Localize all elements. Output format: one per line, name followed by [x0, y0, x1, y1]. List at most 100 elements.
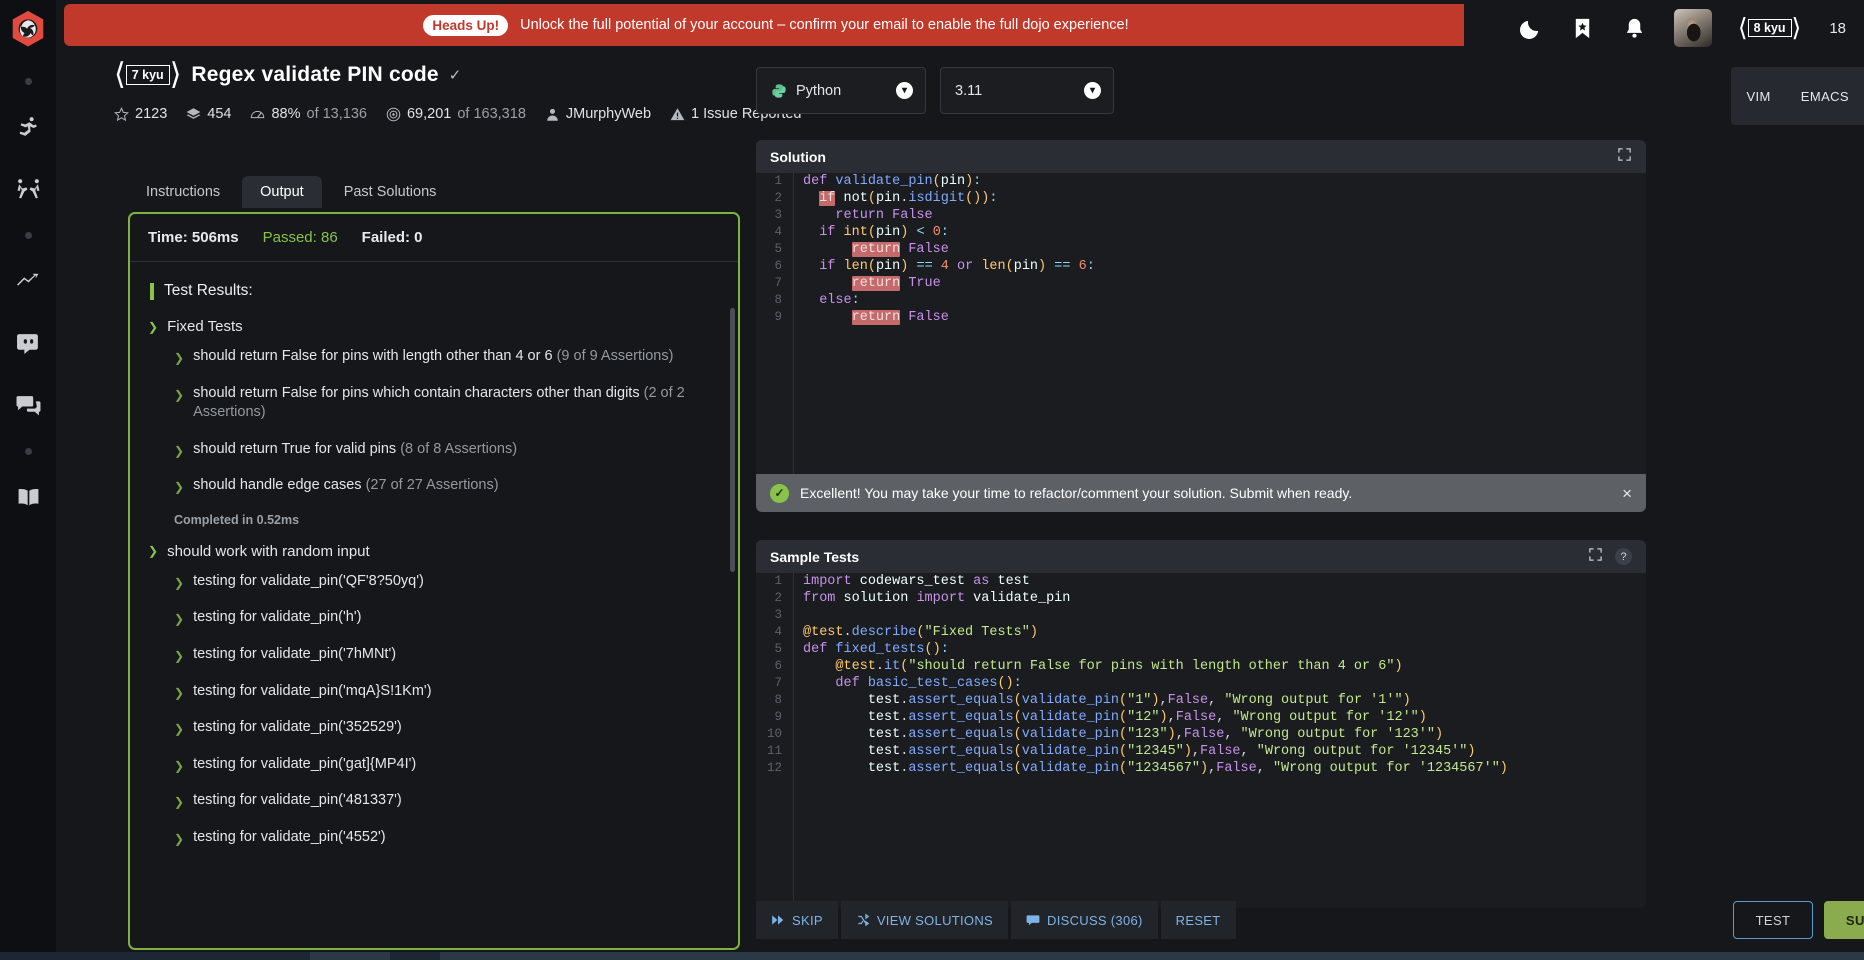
test-item-text: should handle edge cases (27 of 27 Asser… — [193, 477, 499, 494]
test-item[interactable]: ❯ testing for validate_pin('mqA}S!1Km') — [174, 682, 722, 702]
test-button[interactable]: TEST — [1733, 901, 1813, 939]
tab-instructions[interactable]: Instructions — [128, 176, 238, 208]
sample-tests-code-area[interactable]: 1 import codewars_test as test 2 from solu… — [756, 573, 1646, 908]
test-item[interactable]: ❯ should return True for valid pins (8 o… — [174, 440, 722, 460]
gutter-divider — [793, 573, 794, 908]
stat-collections[interactable]: 454 — [186, 106, 231, 122]
kata-rank-chevron-right-icon: ⟩ — [169, 58, 182, 91]
chevron-right-icon: ❯ — [174, 351, 185, 365]
test-results-heading: Test Results: — [150, 282, 722, 300]
codewars-trainer-page: Heads Up! Unlock the full potential of y… — [0, 0, 1864, 960]
discuss-label: DISCUSS (306) — [1047, 912, 1143, 928]
layers-icon — [186, 107, 201, 119]
results-accent-bar — [150, 282, 154, 300]
chevron-down-icon: ❯ — [148, 544, 159, 559]
user-icon — [547, 108, 558, 121]
solution-title: Solution — [770, 148, 826, 165]
user-rank-badge[interactable]: ⟨ 8 kyu ⟩ — [1738, 13, 1802, 42]
test-item[interactable]: ❯ should return False for pins which con… — [174, 384, 722, 423]
test-item[interactable]: ❯ testing for validate_pin('gat]{MP4I') — [174, 755, 722, 775]
test-assertions: (27 of 27 Assertions) — [365, 477, 499, 494]
completed-check-icon: ✓ — [448, 67, 462, 84]
target-icon — [386, 107, 401, 121]
test-item-text: testing for validate_pin('gat]{MP4I') — [193, 755, 417, 772]
test-item[interactable]: ❯ testing for validate_pin('481337') — [174, 791, 722, 811]
emacs-mode-button[interactable]: EMACS — [1786, 67, 1864, 125]
summary-time: Time: 506ms — [148, 229, 239, 246]
discord-icon[interactable] — [8, 312, 48, 374]
solution-card-header: Solution — [756, 140, 1646, 173]
bell-icon[interactable] — [1622, 15, 1648, 41]
close-icon[interactable]: × — [1622, 485, 1632, 502]
chevron-down-icon: ❯ — [148, 319, 159, 334]
test-assertions: (8 of 8 Assertions) — [400, 440, 518, 457]
stars-count: 2123 — [135, 106, 168, 122]
email-confirm-banner: Heads Up! Unlock the full potential of y… — [64, 4, 1488, 46]
user-avatar[interactable] — [1673, 9, 1712, 47]
stat-stars[interactable]: 2123 — [114, 106, 167, 122]
test-item-text: testing for validate_pin('481337') — [193, 792, 402, 809]
chevron-right-icon: ❯ — [174, 758, 185, 773]
discuss-button[interactable]: DISCUSS (306) — [1011, 901, 1158, 939]
sample-tests-title: Sample Tests — [770, 548, 860, 565]
sample-tests-header-actions: ? — [1588, 547, 1632, 567]
test-item[interactable]: ❯ testing for validate_pin('7hMNt') — [174, 645, 722, 665]
tab-output[interactable]: Output — [242, 176, 322, 208]
test-group-random-input[interactable]: ❯ should work with random input — [148, 543, 722, 560]
tab-past-solutions[interactable]: Past Solutions — [326, 176, 455, 208]
test-item-text: should return False for pins with length… — [193, 348, 674, 364]
version-value: 3.11 — [955, 82, 983, 99]
rank-chevron-right-icon: ⟩ — [1791, 13, 1802, 42]
codewars-logo-icon[interactable] — [11, 10, 45, 48]
chevron-down-icon: ▾ — [1084, 82, 1101, 99]
skip-button[interactable]: SKIP — [756, 901, 838, 939]
test-item-text: testing for validate_pin('352529') — [193, 719, 402, 736]
banner-text: Unlock the full potential of your accoun… — [520, 17, 1129, 33]
version-select[interactable]: 3.11 ▾ — [940, 67, 1114, 114]
leaderboard-icon[interactable] — [8, 250, 48, 312]
test-item-text: testing for validate_pin('7hMNt') — [193, 645, 397, 662]
python-icon — [772, 83, 786, 98]
view-solutions-button[interactable]: VIEW SOLUTIONS — [840, 901, 1008, 939]
author-name: JMurphyWeb — [565, 106, 652, 122]
test-item[interactable]: ❯ testing for validate_pin('4552') — [174, 828, 722, 848]
vim-mode-button[interactable]: VIM — [1731, 67, 1785, 125]
honor-points: 18 — [1829, 19, 1846, 37]
collections-count: 454 — [207, 106, 232, 122]
solution-code-area[interactable]: 1 def validate_pin(pin): 2 if not(pin.isd… — [756, 173, 1646, 474]
stat-completions: 69,201 of 163,318 — [386, 106, 526, 122]
moon-icon[interactable] — [1518, 15, 1544, 41]
banner-tag: Heads Up! — [423, 14, 509, 36]
bookmark-icon[interactable] — [1570, 15, 1596, 41]
chevron-right-icon: ❯ — [174, 722, 185, 737]
output-body: Test Results: ❯ Fixed Tests ❯ should ret… — [130, 262, 738, 948]
forum-icon[interactable] — [8, 374, 48, 436]
rail-divider-dot-3 — [8, 436, 48, 466]
kata-icon[interactable] — [8, 96, 48, 158]
submit-button[interactable]: SUBMIT — [1824, 901, 1864, 939]
test-item[interactable]: ❯ testing for validate_pin('h') — [174, 608, 722, 628]
help-icon[interactable]: ? — [1615, 548, 1632, 565]
test-item[interactable]: ❯ should return False for pins with leng… — [174, 347, 722, 367]
test-item[interactable]: ❯ testing for validate_pin('352529') — [174, 718, 722, 738]
chevron-right-icon: ❯ — [174, 387, 185, 402]
test-item[interactable]: ❯ testing for validate_pin('QF'8?50yq') — [174, 572, 722, 592]
satisfaction-total: of 13,136 — [306, 106, 367, 122]
solution-editor-card: Solution 1 def validate_pin(pin): 2 if no… — [756, 140, 1646, 512]
expand-icon[interactable] — [1617, 147, 1632, 167]
test-group-fixed-tests[interactable]: ❯ Fixed Tests — [148, 318, 722, 335]
language-selector-row: Python ▾ 3.11 ▾ VIM EMACS — [756, 56, 1864, 125]
kumite-icon[interactable] — [8, 158, 48, 220]
reset-button[interactable]: RESET — [1160, 901, 1236, 939]
output-scrollbar[interactable] — [730, 308, 735, 572]
result-message-text: Excellent! You may take your time to ref… — [800, 485, 1353, 501]
test-item[interactable]: ❯ should handle edge cases (27 of 27 Ass… — [174, 476, 722, 496]
language-select[interactable]: Python ▾ — [756, 67, 926, 114]
docs-icon[interactable] — [8, 466, 48, 528]
group-label: Fixed Tests — [167, 318, 243, 335]
output-summary: Time: 506ms Passed: 86 Failed: 0 — [130, 214, 738, 262]
expand-icon[interactable] — [1588, 547, 1603, 567]
top-right-toolbar: ⟨ 8 kyu ⟩ 18 — [1464, 0, 1864, 56]
sample-tests-header: Sample Tests ? — [756, 540, 1646, 573]
stat-author[interactable]: JMurphyWeb — [545, 106, 651, 122]
